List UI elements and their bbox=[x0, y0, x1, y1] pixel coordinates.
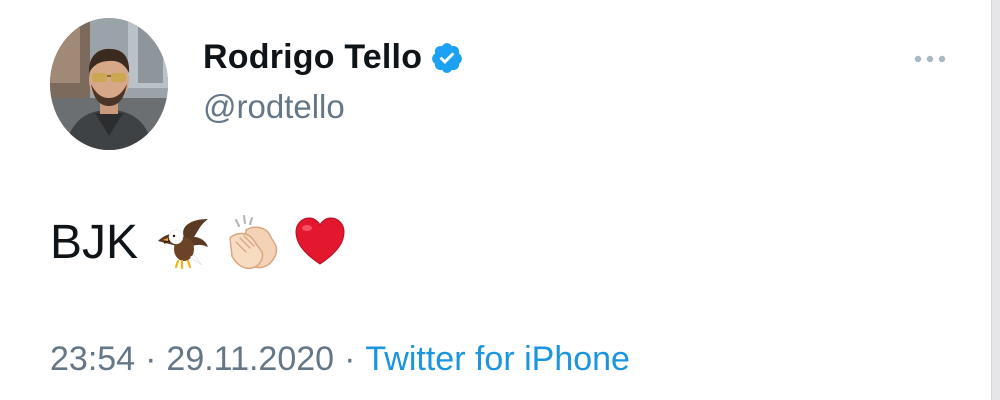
meta-separator: · bbox=[145, 340, 157, 378]
verified-badge-icon bbox=[430, 41, 464, 75]
user-handle[interactable]: @rodtello bbox=[203, 88, 345, 126]
tweet-text: BJK bbox=[50, 207, 348, 277]
tweet-source-link[interactable]: Twitter for iPhone bbox=[365, 340, 630, 378]
tweet-card: Rodrigo Tello @rodtello BJK 23:54 · 29.1… bbox=[0, 0, 1000, 400]
tweet-meta: 23:54 · 29.11.2020 · Twitter for iPhone bbox=[50, 340, 630, 379]
eagle-icon bbox=[154, 213, 212, 271]
clapping-hands-icon bbox=[222, 212, 282, 272]
avatar-photo bbox=[50, 18, 168, 150]
display-name[interactable]: Rodrigo Tello bbox=[203, 38, 422, 77]
user-name-row: Rodrigo Tello bbox=[203, 38, 464, 77]
more-horizontal-icon[interactable] bbox=[910, 45, 950, 73]
meta-separator: · bbox=[344, 340, 356, 378]
red-heart-icon bbox=[292, 214, 348, 270]
avatar[interactable] bbox=[50, 18, 168, 150]
tweet-time[interactable]: 23:54 bbox=[50, 340, 135, 378]
window-edge bbox=[991, 0, 1000, 400]
tweet-date[interactable]: 29.11.2020 bbox=[166, 340, 334, 378]
tweet-text-body: BJK bbox=[50, 215, 139, 269]
